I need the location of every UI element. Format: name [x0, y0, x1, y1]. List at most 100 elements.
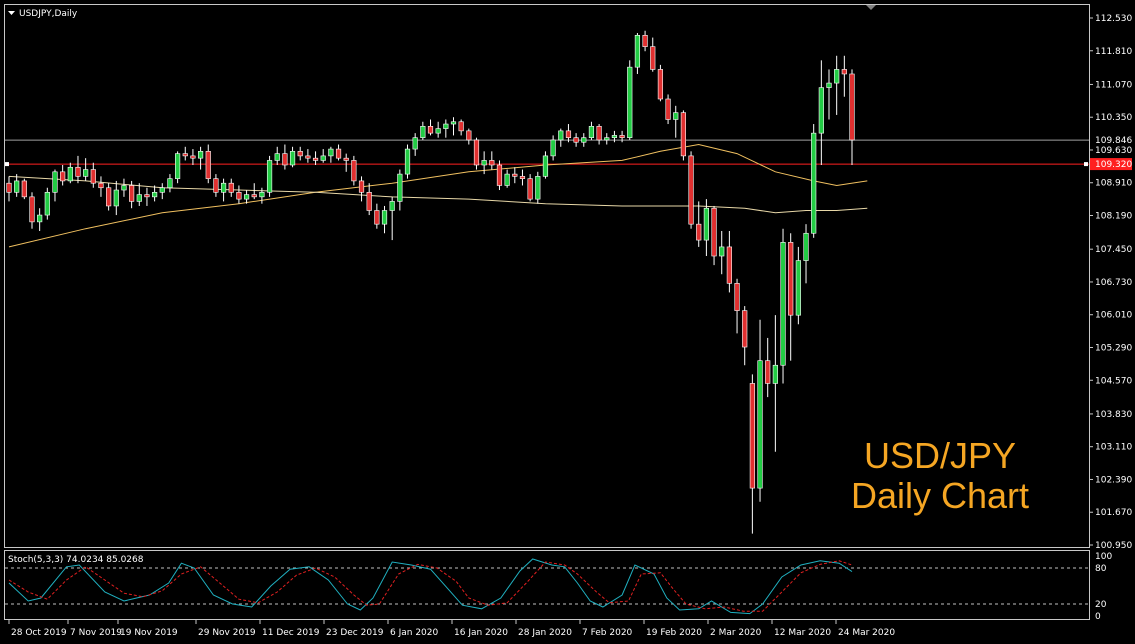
stoch-axis-label: 20 [1095, 600, 1107, 610]
candle-body [67, 166, 73, 182]
candle-body [573, 137, 579, 143]
candle-body [167, 178, 173, 189]
stoch-pane-border [4, 550, 1090, 620]
candle-body [182, 153, 188, 157]
price-axis-label: 105.290 [1095, 343, 1132, 353]
candle-body [14, 180, 20, 193]
price-axis-label: 106.730 [1095, 278, 1132, 288]
candle-body [696, 223, 702, 241]
time-axis-label: 16 Jan 2020 [454, 628, 508, 638]
stoch-axis-label: 0 [1095, 612, 1101, 622]
candle-body [726, 246, 732, 284]
candle-body [381, 210, 388, 225]
candle-body [634, 34, 641, 68]
time-axis-label: 24 Mar 2020 [838, 628, 895, 638]
candle-body [788, 242, 794, 316]
candle-body [688, 155, 694, 225]
price-axis-label: 100.950 [1095, 541, 1132, 551]
candle-body [558, 130, 564, 141]
candle-body [351, 160, 357, 182]
candle-body [404, 148, 411, 175]
candle-body [121, 185, 127, 191]
candle-body [213, 178, 219, 193]
candle-body [289, 151, 296, 166]
price-axis-label: 112.530 [1095, 14, 1132, 24]
price-axis-label: 111.070 [1095, 80, 1132, 90]
price-axis-label: 107.450 [1095, 245, 1132, 255]
chart-window: USDJPY,Daily 112.530 111.810 111.070 110.35… [0, 0, 1135, 644]
candle-body [90, 169, 96, 184]
candle-body [795, 260, 801, 316]
candle-body [259, 192, 265, 198]
price-axis-label: 103.830 [1095, 410, 1132, 420]
price-axis-label: 103.110 [1095, 443, 1132, 453]
candle-body [374, 210, 380, 225]
candle-body [650, 46, 656, 70]
candle-body [358, 180, 365, 193]
time-axis-label: 28 Jan 2020 [518, 628, 572, 638]
candle-body [581, 137, 587, 143]
candle-body [412, 137, 418, 150]
candle-body [749, 383, 755, 489]
price-axis-label: 101.670 [1095, 508, 1132, 518]
chart-shift-icon[interactable] [866, 5, 876, 10]
candle-body [772, 364, 778, 384]
stoch-title: Stoch(5,3,3) 74.0234 85.0268 [8, 555, 144, 565]
triangle-down-icon[interactable] [8, 11, 15, 15]
annotation-line-1: USD/JPY [864, 435, 1016, 476]
candle-body [435, 128, 441, 134]
time-axis-label: 19 Feb 2020 [646, 628, 702, 638]
candle-body [52, 171, 58, 193]
candle-body [297, 151, 303, 157]
bid-price-label: 109.846 [1095, 136, 1132, 146]
stoch-main-line [8, 558, 853, 615]
time-axis-label: 23 Dec 2019 [326, 628, 384, 638]
candle-body [481, 160, 487, 166]
candle-body [665, 98, 671, 120]
candle-body [680, 112, 686, 157]
candle-body [466, 130, 472, 141]
candle-body [366, 192, 372, 211]
candle-body [765, 360, 771, 384]
chart-canvas[interactable]: USDJPY,Daily 112.530 111.810 111.070 110.35… [0, 0, 1135, 644]
price-axis-label: 104.570 [1095, 376, 1132, 386]
candle-body [420, 126, 426, 138]
candle-body [657, 69, 664, 100]
candle-body [489, 160, 495, 166]
candle-body [335, 148, 342, 159]
candle-body [205, 151, 211, 179]
candle-body [228, 182, 234, 193]
candle-body [305, 155, 311, 159]
candle-body [596, 126, 602, 141]
price-axis-label: 108.190 [1095, 212, 1132, 222]
candle-body [152, 192, 158, 198]
candle-body [611, 135, 618, 138]
time-axis-label: 11 Dec 2019 [262, 628, 320, 638]
candle-body [642, 34, 648, 47]
candle-body [37, 214, 43, 223]
candle-body [220, 182, 227, 193]
candle-body [711, 207, 717, 257]
stochastic-plot [5, 558, 1089, 615]
candle-body [604, 137, 610, 141]
candle-body [136, 194, 142, 202]
candle-body [450, 121, 457, 125]
candle-body [320, 155, 326, 161]
candle-body [849, 73, 855, 141]
candle-body [742, 310, 748, 348]
time-axis-label: 28 Oct 2019 [11, 628, 67, 638]
candle-body [129, 185, 135, 202]
candle-body [811, 132, 817, 234]
candle-body [243, 194, 250, 200]
candle-body [60, 171, 66, 182]
candle-body [98, 182, 104, 189]
candle-body [251, 194, 257, 198]
price-line-marker-left [5, 162, 9, 167]
candle-body [619, 135, 625, 138]
candle-body [21, 180, 27, 198]
candle-body [834, 69, 840, 84]
time-axis-label: 12 Mar 2020 [774, 628, 831, 638]
candle-body [826, 82, 832, 88]
time-axis-label: 29 Nov 2019 [198, 628, 256, 638]
candle-body [397, 173, 403, 202]
